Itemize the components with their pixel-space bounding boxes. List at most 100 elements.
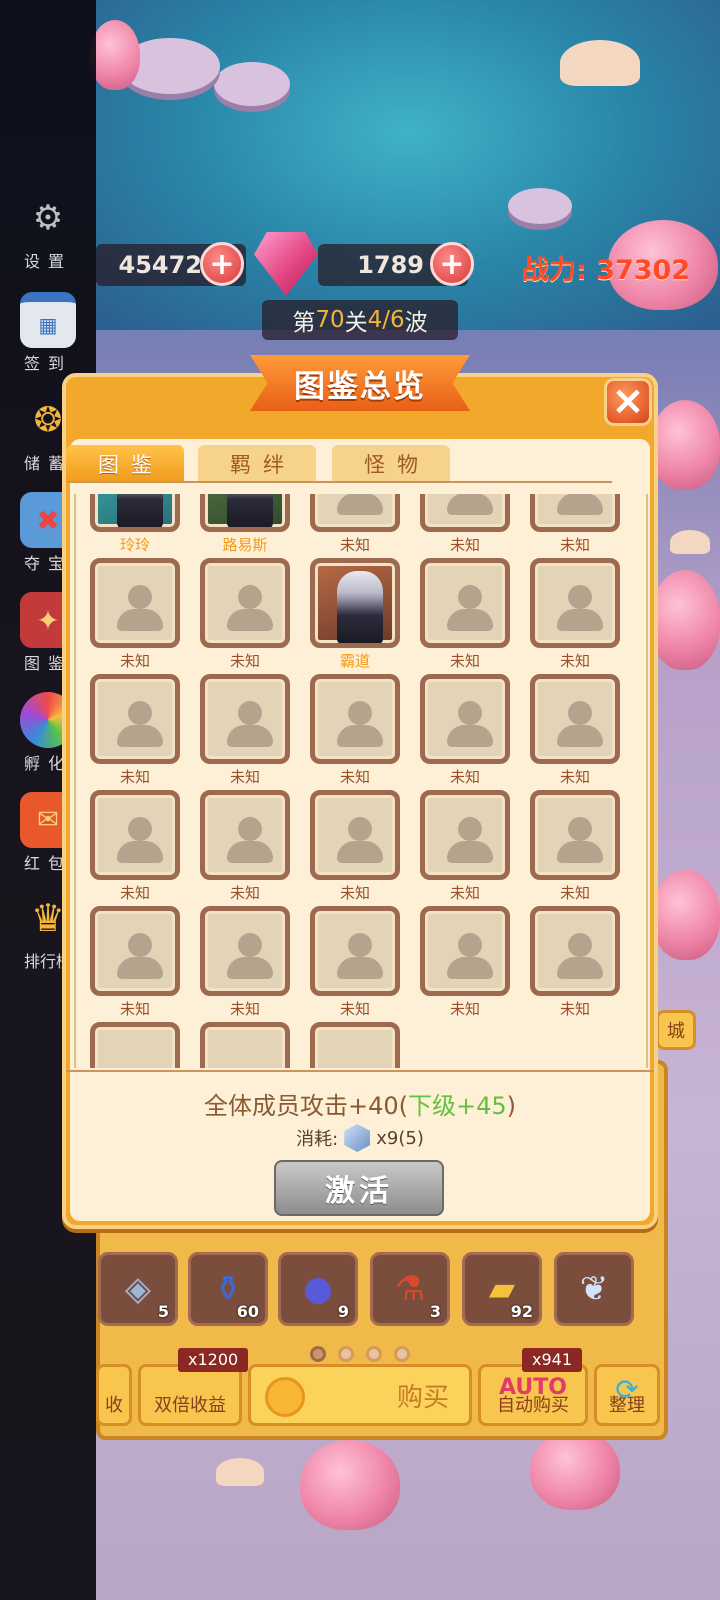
refresh-icon: ⟳ bbox=[615, 1373, 639, 1406]
double-income-tag: x1200 bbox=[178, 1348, 249, 1372]
mushroom bbox=[670, 530, 710, 554]
locked-portrait bbox=[420, 790, 510, 880]
locked-portrait bbox=[420, 674, 510, 764]
hero-figure bbox=[117, 494, 163, 527]
codex-cell[interactable]: 未知 bbox=[530, 494, 620, 556]
locked-portrait bbox=[200, 906, 290, 996]
modal-title-ribbon: 图鉴总览 bbox=[250, 355, 470, 411]
page-dot[interactable] bbox=[310, 1346, 326, 1362]
codex-cell[interactable]: 未知 bbox=[530, 558, 620, 672]
collect-label: 收 bbox=[105, 1395, 123, 1416]
codex-cell-label: 未知 bbox=[119, 884, 150, 902]
locked-portrait bbox=[530, 790, 620, 880]
inventory-slot[interactable]: ● 9 bbox=[278, 1252, 358, 1326]
codex-cell[interactable] bbox=[90, 1022, 180, 1068]
codex-cell[interactable]: 未知 bbox=[310, 906, 400, 1020]
page-dot[interactable] bbox=[394, 1346, 410, 1362]
inventory-slot[interactable]: ◈ 5 bbox=[98, 1252, 178, 1326]
codex-cell[interactable]: 未知 bbox=[420, 494, 510, 556]
codex-cell[interactable]: 未知 bbox=[200, 790, 290, 904]
double-income-button[interactable]: 双倍收益 bbox=[138, 1364, 242, 1426]
page-dot[interactable] bbox=[338, 1346, 354, 1362]
activate-button[interactable]: 激活 bbox=[274, 1160, 444, 1216]
close-button[interactable]: × bbox=[604, 378, 652, 426]
tab-codex[interactable]: 图鉴 bbox=[66, 445, 184, 483]
codex-cell-label: 未知 bbox=[449, 536, 480, 554]
wave-mid: 关 bbox=[344, 310, 368, 336]
buy-button[interactable]: 购买 bbox=[248, 1364, 472, 1426]
codex-cell-label: 未知 bbox=[559, 1000, 590, 1018]
codex-cell[interactable]: 未知 bbox=[420, 790, 510, 904]
codex-cell[interactable]: 未知 bbox=[420, 558, 510, 672]
inventory-slot[interactable]: ❦ bbox=[554, 1252, 634, 1326]
codex-cell-label: 未知 bbox=[339, 768, 370, 786]
inventory-slot[interactable]: ▰ 92 bbox=[462, 1252, 542, 1326]
cost-label: 消耗: bbox=[296, 1129, 339, 1150]
shop-city-label: 城 bbox=[667, 1021, 685, 1042]
codex-cell[interactable]: 未知 bbox=[200, 674, 290, 788]
add-coins-button[interactable]: + bbox=[200, 242, 244, 286]
codex-cell-label: 未知 bbox=[559, 884, 590, 902]
shop-city-button[interactable]: 城 bbox=[656, 1010, 696, 1050]
coin-amount: 45472 bbox=[118, 251, 203, 279]
codex-cell[interactable]: 路易斯 bbox=[200, 494, 290, 556]
silhouette-icon bbox=[348, 701, 372, 725]
locked-portrait bbox=[530, 674, 620, 764]
locked-portrait bbox=[310, 1022, 400, 1068]
locked-portrait bbox=[90, 1022, 180, 1068]
codex-cell[interactable]: 未知 bbox=[530, 906, 620, 1020]
add-gems-button[interactable]: + bbox=[430, 242, 474, 286]
codex-cell[interactable]: 未知 bbox=[90, 906, 180, 1020]
tab-bonds[interactable]: 羁绊 bbox=[198, 445, 316, 483]
rune-stone-icon: ◈ bbox=[124, 1269, 152, 1309]
inventory-slot[interactable]: ⚱ 60 bbox=[188, 1252, 268, 1326]
sidebar-item-settings[interactable]: ⚙ 设置 bbox=[12, 190, 84, 272]
tab-label: 图鉴 bbox=[98, 453, 164, 477]
codex-cell-label: 未知 bbox=[559, 768, 590, 786]
codex-cell[interactable]: 未知 bbox=[90, 674, 180, 788]
locked-portrait bbox=[200, 1022, 290, 1068]
item-count: 3 bbox=[429, 1302, 441, 1321]
codex-cell[interactable]: 未知 bbox=[310, 494, 400, 556]
codex-cell[interactable]: 未知 bbox=[200, 906, 290, 1020]
codex-cell[interactable]: 霸道 bbox=[310, 558, 400, 672]
mushroom bbox=[216, 1458, 264, 1486]
red-potion-icon: ⚗ bbox=[394, 1269, 426, 1309]
codex-cell[interactable]: 未知 bbox=[200, 558, 290, 672]
auto-buy-button[interactable]: AUTO 自动购买 bbox=[478, 1364, 588, 1426]
codex-grid[interactable]: 玲玲 路易斯 未知 未知 未知 未知 未知 霸道 未知 未知 未知 未知 未知 未知 未知 未知 未知 未知 未知未… bbox=[74, 494, 648, 1068]
codex-cell[interactable]: 未知 bbox=[310, 790, 400, 904]
codex-cell[interactable]: 未知 bbox=[90, 558, 180, 672]
codex-cell[interactable]: 未知 bbox=[420, 674, 510, 788]
sidebar-item-checkin[interactable]: ▦ 签到 bbox=[12, 292, 84, 374]
silhouette-body bbox=[117, 841, 163, 863]
sort-button[interactable]: ⟳ 整理 bbox=[594, 1364, 660, 1426]
bonus-divider bbox=[66, 1070, 654, 1072]
bonus-main: 全体成员攻击+40( bbox=[203, 1092, 408, 1120]
pink-tree bbox=[90, 20, 140, 90]
collect-button[interactable]: 收 bbox=[96, 1364, 132, 1426]
codex-cell[interactable]: 未知 bbox=[530, 674, 620, 788]
inventory-slot[interactable]: ⚗ 3 bbox=[370, 1252, 450, 1326]
tab-monsters[interactable]: 怪物 bbox=[332, 445, 450, 483]
wave-progress: 4/6 bbox=[367, 307, 405, 333]
codex-cell[interactable] bbox=[200, 1022, 290, 1068]
codex-cell[interactable]: 未知 bbox=[90, 790, 180, 904]
codex-cell[interactable]: 未知 bbox=[530, 790, 620, 904]
hero-figure bbox=[227, 494, 273, 527]
page-dot[interactable] bbox=[366, 1346, 382, 1362]
codex-cell[interactable]: 未知 bbox=[420, 906, 510, 1020]
codex-cell[interactable]: 玲玲 bbox=[90, 494, 180, 556]
rune-stone-icon bbox=[344, 1124, 371, 1152]
codex-cell[interactable] bbox=[310, 1022, 400, 1068]
codex-cell-label: 霸道 bbox=[339, 652, 370, 670]
sidebar-item-label: 签到 bbox=[23, 354, 72, 373]
codex-cell-label: 未知 bbox=[229, 1000, 260, 1018]
silhouette-icon bbox=[238, 701, 262, 725]
codex-cell-label: 未知 bbox=[339, 1000, 370, 1018]
tab-label: 羁绊 bbox=[230, 453, 296, 477]
locked-portrait bbox=[530, 906, 620, 996]
codex-cell[interactable]: 未知 bbox=[310, 674, 400, 788]
locked-portrait bbox=[90, 674, 180, 764]
codex-cell-label: 未知 bbox=[119, 652, 150, 670]
